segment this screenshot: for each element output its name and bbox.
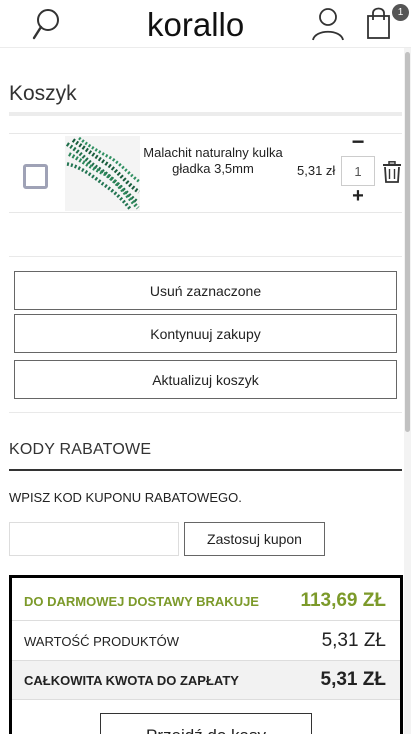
total-row: CAŁKOWITA KWOTA DO ZAPŁATY 5,31 ZŁ <box>12 661 400 700</box>
total-label: CAŁKOWITA KWOTA DO ZAPŁATY <box>24 673 239 688</box>
section-divider <box>9 256 402 257</box>
quantity-decrease-button[interactable]: − <box>349 131 367 153</box>
cart-count-badge: 1 <box>392 4 409 21</box>
section-divider <box>9 412 402 413</box>
free-shipping-row: DO DARMOWEJ DOSTAWY BRAKUJE 113,69 ZŁ <box>12 582 400 621</box>
checkout-button[interactable]: Przejdź do kasy <box>100 713 312 734</box>
title-divider <box>9 112 402 116</box>
products-value-label: WARTOŚĆ PRODUKTÓW <box>24 634 180 649</box>
coupon-section-title: KODY RABATOWE <box>9 441 152 458</box>
coupon-code-input[interactable] <box>9 522 179 556</box>
apply-coupon-button[interactable]: Zastosuj kupon <box>184 522 325 556</box>
free-shipping-label: DO DARMOWEJ DOSTAWY BRAKUJE <box>24 594 259 609</box>
product-name-link[interactable]: Malachit naturalny kulka gładka 3,5mm <box>142 145 284 177</box>
free-shipping-value: 113,69 ZŁ <box>300 590 386 611</box>
site-header: korallo <box>0 0 411 48</box>
logo-text: korallo <box>147 6 244 43</box>
product-price: 5,31 zł <box>297 163 336 178</box>
continue-shopping-button[interactable]: Kontynuuj zakupy <box>14 314 397 353</box>
product-thumbnail[interactable] <box>65 136 140 211</box>
quantity-increase-button[interactable]: + <box>349 186 367 206</box>
total-amount: 5,31 ZŁ <box>320 669 386 690</box>
coupon-title-rule <box>9 469 402 471</box>
scrollbar-thumb[interactable] <box>405 52 410 432</box>
page-title: Koszyk <box>9 82 77 105</box>
trash-icon[interactable] <box>382 161 402 183</box>
select-item-checkbox[interactable] <box>23 164 48 189</box>
update-cart-button[interactable]: Aktualizuj koszyk <box>14 360 397 399</box>
remove-selected-button[interactable]: Usuń zaznaczone <box>14 271 397 310</box>
cart-item-row: Malachit naturalny kulka gładka 3,5mm 5,… <box>9 131 402 213</box>
order-summary: DO DARMOWEJ DOSTAWY BRAKUJE 113,69 ZŁ WA… <box>9 575 403 734</box>
coupon-field-label: WPISZ KOD KUPONU RABATOWEGO. <box>9 490 242 505</box>
products-value-row: WARTOŚĆ PRODUKTÓW 5,31 ZŁ <box>12 622 400 661</box>
user-icon[interactable] <box>310 6 346 42</box>
products-value-amount: 5,31 ZŁ <box>321 630 386 651</box>
quantity-input[interactable] <box>341 156 375 186</box>
logo[interactable]: korallo <box>145 4 267 44</box>
search-icon[interactable] <box>30 6 64 42</box>
